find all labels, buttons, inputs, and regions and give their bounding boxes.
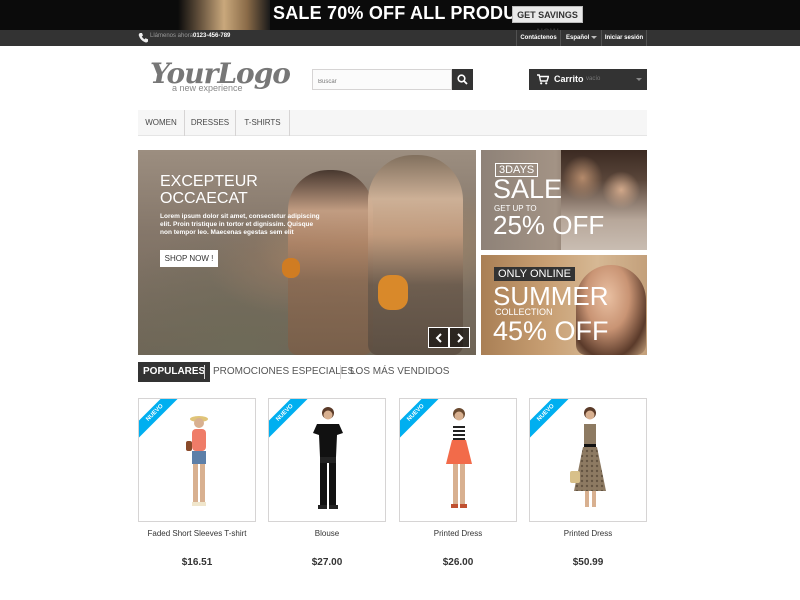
slider-title: EXCEPTEUR OCCAECAT — [160, 173, 258, 207]
chevron-down-icon — [591, 36, 597, 39]
product-price: $50.99 — [572, 557, 604, 568]
product-card[interactable]: NUEVO Printed Dress $50.99 — [529, 398, 647, 568]
product-name[interactable]: Faded Short Sleeves T-shirt — [138, 529, 256, 538]
slider-text: Lorem ipsum dolor sit amet, consectetur … — [160, 213, 320, 236]
product-image[interactable]: NUEVO — [268, 398, 386, 522]
language-label: Español — [566, 35, 590, 41]
search-button[interactable] — [452, 69, 473, 90]
product-card[interactable]: NUEVO Printed Dress $26.00 — [399, 398, 517, 568]
product-price: $16.51 — [181, 557, 213, 568]
tab-divider — [204, 365, 205, 379]
product-image[interactable]: NUEVO — [399, 398, 517, 522]
language-selector[interactable]: Español — [560, 30, 601, 46]
shop-now-button[interactable]: SHOP NOW ! — [160, 250, 218, 267]
product-card[interactable]: NUEVO Faded Short Sleeves T-shirt $16.51 — [138, 398, 256, 568]
promo-banner[interactable]: SALE 70% OFF ALL PRODUCTS GET SAVINGS NO… — [0, 0, 800, 30]
home-slider[interactable]: EXCEPTEUR OCCAECAT Lorem ipsum dolor sit… — [138, 150, 476, 355]
product-image[interactable]: NUEVO — [529, 398, 647, 522]
phone-number: 0123-456-789 — [193, 33, 231, 39]
search-icon — [457, 74, 468, 85]
cart-status: vacío — [586, 76, 601, 82]
slider-decor — [282, 258, 300, 278]
chevron-down-icon — [636, 78, 642, 81]
promo-model-image — [178, 0, 270, 30]
cart-button[interactable]: Carrito vacío — [529, 69, 647, 90]
product-price: $27.00 — [311, 557, 343, 568]
product-card[interactable]: NUEVO Blouse $27.00 — [268, 398, 386, 568]
tab-divider — [340, 365, 341, 379]
chevron-right-icon — [457, 333, 464, 343]
slider-model-image — [288, 170, 373, 355]
sale-banner[interactable]: 3DAYS SALE GET UP TO 25% OFF — [481, 150, 647, 250]
top-nav-bar: Llámenos ahora: 0123-456-789 Contáctenos… — [0, 30, 800, 46]
slider-prev-button[interactable] — [428, 327, 449, 348]
menu-item-dresses[interactable]: DRESSES — [185, 110, 236, 136]
product-name[interactable]: Printed Dress — [529, 529, 647, 538]
menu-item-women[interactable]: WOMEN — [138, 110, 185, 136]
tab-populares[interactable]: POPULARES — [138, 362, 211, 382]
logo-tagline: a new experience — [172, 83, 243, 93]
search-input[interactable] — [313, 72, 451, 92]
product-name[interactable]: Printed Dress — [399, 529, 517, 538]
banner-summer-label: SUMMER — [493, 281, 609, 311]
phone-icon — [138, 33, 148, 43]
banner-sale-label: SALE — [493, 174, 563, 204]
tab-mas-vendidos[interactable]: LOS MÁS VENDIDOS — [350, 362, 449, 382]
chevron-left-icon — [435, 333, 442, 343]
get-savings-button[interactable]: GET SAVINGS NOW — [512, 6, 583, 30]
product-image[interactable]: NUEVO — [138, 398, 256, 522]
product-price: $26.00 — [442, 557, 474, 568]
tab-promociones[interactable]: PROMOCIONES ESPECIALES — [213, 362, 354, 382]
contact-link[interactable]: Contáctenos — [516, 30, 560, 46]
cart-title: Carrito — [554, 74, 584, 84]
phone-label: Llámenos ahora: — [150, 33, 195, 39]
product-name[interactable]: Blouse — [268, 529, 386, 538]
site-logo[interactable]: YourLogo a new experience — [150, 57, 291, 97]
menu-item-t-shirts[interactable]: T-SHIRTS — [236, 110, 290, 136]
slider-decor — [378, 275, 408, 310]
slider-model-image — [368, 155, 463, 355]
banner-discount: 25% OFF — [493, 210, 605, 240]
summer-banner[interactable]: ONLY ONLINE SUMMER COLLECTION 45% OFF — [481, 255, 647, 355]
slider-next-button[interactable] — [449, 327, 470, 348]
search-box — [312, 69, 452, 92]
banner-discount: 45% OFF — [493, 316, 609, 346]
banner-only-online: ONLY ONLINE — [494, 267, 575, 281]
login-link[interactable]: Iniciar sesión — [601, 30, 647, 46]
cart-icon — [537, 74, 549, 85]
main-menu: WOMEN DRESSES T-SHIRTS — [138, 110, 647, 136]
